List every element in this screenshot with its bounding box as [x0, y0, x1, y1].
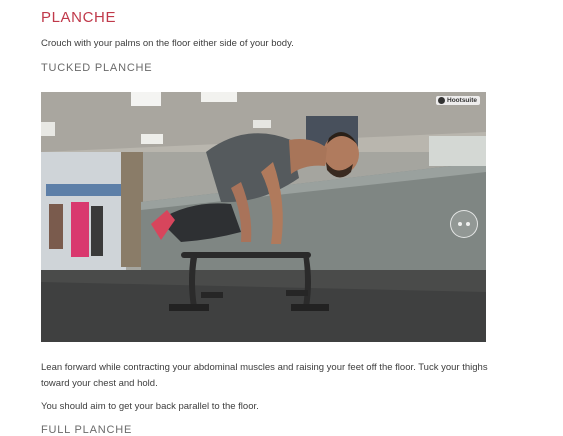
step-text: Lean forward while contracting your abdo…: [41, 362, 488, 389]
intro-text: Crouch with your palms on the floor eith…: [41, 38, 294, 49]
owl-icon: [438, 97, 446, 104]
section-heading-tucked-planche: TUCKED PLANCHE: [41, 62, 153, 74]
tucked-planche-photo: Hootsuite: [41, 92, 486, 342]
section-heading-full-planche: FULL PLANCHE: [41, 424, 133, 436]
article-title: PLANCHE: [41, 9, 117, 26]
tip-text: You should aim to get your back parallel…: [41, 401, 259, 412]
watermark-text: Hootsuite: [447, 97, 477, 104]
hootsuite-watermark: Hootsuite: [436, 96, 480, 105]
article: PLANCHE Crouch with your palms on the fl…: [0, 0, 563, 436]
gallery-nav-icon[interactable]: [450, 210, 478, 238]
